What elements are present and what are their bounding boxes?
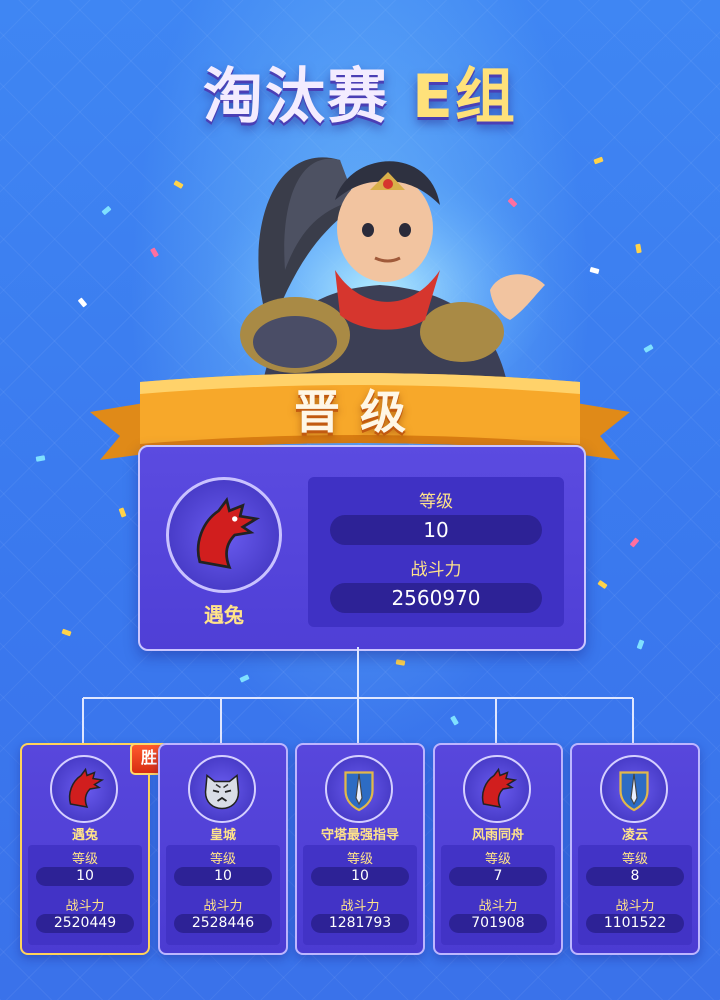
level-label: 等级 — [621, 852, 648, 867]
red-dragon-icon — [481, 767, 518, 808]
player-stats: 等级 10 战斗力 2520449 — [28, 845, 142, 945]
player-card-5[interactable]: 凌云 等级 8 战斗力 1101522 — [570, 743, 700, 955]
level-label: 等级 — [209, 852, 236, 867]
player-name: 遇兔 — [71, 828, 98, 843]
player-name: 凌云 — [621, 828, 648, 843]
sword-shield-icon — [344, 771, 374, 812]
power-label: 战斗力 — [340, 899, 380, 914]
player-card-4[interactable]: 风雨同舟 等级 7 战斗力 701908 — [433, 743, 563, 955]
player-avatar — [325, 755, 393, 823]
player-avatar — [50, 755, 118, 823]
power-value: 701908 — [449, 914, 547, 933]
bracket-lines — [82, 647, 634, 745]
level-value: 10 — [311, 867, 409, 886]
player-stats: 等级 10 战斗力 1281793 — [303, 845, 417, 945]
player-stats: 等级 7 战斗力 701908 — [441, 845, 555, 945]
player-card-1[interactable]: 胜 遇兔 等级 10 战斗力 2520449 — [20, 743, 168, 955]
player-avatar — [463, 755, 531, 823]
power-label: 战斗力 — [65, 899, 105, 914]
red-dragon-icon — [68, 767, 105, 808]
power-label: 战斗力 — [615, 899, 655, 914]
player-avatar — [600, 755, 668, 823]
power-value: 2520449 — [36, 914, 134, 933]
level-value: 8 — [586, 867, 684, 886]
power-label: 战斗力 — [203, 899, 243, 914]
power-value: 1281793 — [311, 914, 409, 933]
power-value: 1101522 — [586, 914, 684, 933]
level-label: 等级 — [484, 852, 511, 867]
level-value: 10 — [36, 867, 134, 886]
player-name: 风雨同舟 — [471, 828, 524, 843]
player-stats: 等级 10 战斗力 2528446 — [166, 845, 280, 945]
power-value: 2528446 — [174, 914, 272, 933]
player-name: 皇城 — [209, 828, 236, 843]
level-label: 等级 — [71, 852, 98, 867]
level-value: 10 — [174, 867, 272, 886]
player-name: 守塔最强指导 — [320, 828, 399, 843]
level-value: 7 — [449, 867, 547, 886]
player-stats: 等级 8 战斗力 1101522 — [578, 845, 692, 945]
tiger-icon — [204, 774, 240, 810]
level-label: 等级 — [346, 852, 373, 867]
sword-shield-icon — [619, 771, 649, 812]
power-label: 战斗力 — [478, 899, 518, 914]
player-avatar — [188, 755, 256, 823]
player-card-3[interactable]: 守塔最强指导 等级 10 战斗力 1281793 — [295, 743, 425, 955]
player-card-2[interactable]: 皇城 等级 10 战斗力 2528446 — [158, 743, 288, 955]
